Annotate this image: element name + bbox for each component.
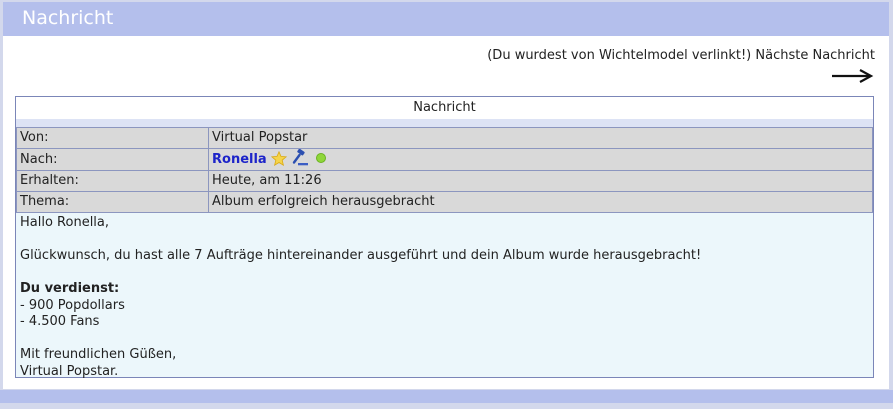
online-status-icon: [316, 153, 327, 163]
to-cell: Ronella: [208, 148, 873, 171]
recipient-link[interactable]: Ronella: [212, 152, 267, 167]
gavel-icon: [292, 149, 308, 166]
next-message-nav: (Du wurdest von Wichtelmodel verlinkt!) …: [487, 47, 875, 84]
earnings-heading-text: Du verdienst:: [20, 281, 120, 296]
arrow-right-icon[interactable]: [831, 68, 875, 84]
message-meta-table: Von: Virtual Popstar Nach: Ronella Erhal…: [16, 127, 873, 213]
meta-row-subject: Thema: Album erfolgreich herausgebracht: [16, 191, 873, 213]
subject-value: Album erfolgreich herausgebracht: [208, 191, 873, 213]
reward-item: - 900 Popdollars: [20, 297, 125, 313]
page-title: Nachricht: [22, 7, 114, 29]
from-label: Von:: [16, 127, 209, 149]
message-header: Nachricht: [16, 97, 873, 119]
received-value: Heute, am 11:26: [208, 170, 873, 192]
subject-label: Thema:: [16, 191, 209, 213]
signature-text: Virtual Popstar.: [20, 363, 119, 379]
to-label: Nach:: [16, 148, 209, 171]
meta-row-from: Von: Virtual Popstar: [16, 127, 873, 149]
panel-header: Nachricht: [3, 2, 889, 36]
from-value: Virtual Popstar: [208, 127, 873, 149]
message-body: Hallo Ronella, Glückwunsch, du hast alle…: [16, 213, 873, 382]
message-text: Glückwunsch, du hast alle 7 Aufträge hin…: [20, 248, 702, 263]
closing-text: Mit freundlichen Güßen,: [20, 347, 177, 362]
next-message-text: (Du wurdest von Wichtelmodel verlinkt!) …: [487, 47, 875, 65]
greeting-text: Hallo Ronella,: [20, 215, 110, 230]
reward-item: - 4.500 Fans: [20, 314, 100, 329]
message-panel: Nachricht (Du wurdest von Wichtelmodel v…: [3, 2, 889, 389]
star-icon: [270, 151, 287, 166]
message-box: Nachricht Von: Virtual Popstar Nach: Ron…: [15, 96, 874, 379]
meta-row-received: Erhalten: Heute, am 11:26: [16, 170, 873, 192]
next-message-link[interactable]: Nächste Nachricht: [755, 48, 875, 63]
meta-row-to: Nach: Ronella: [16, 148, 873, 171]
message-header-divider: [16, 119, 873, 127]
next-panel-header: [0, 390, 893, 403]
earnings-heading: Du verdienst:: [20, 281, 869, 298]
received-label: Erhalten:: [16, 170, 209, 192]
link-source-note: (Du wurdest von Wichtelmodel verlinkt!): [487, 48, 752, 63]
